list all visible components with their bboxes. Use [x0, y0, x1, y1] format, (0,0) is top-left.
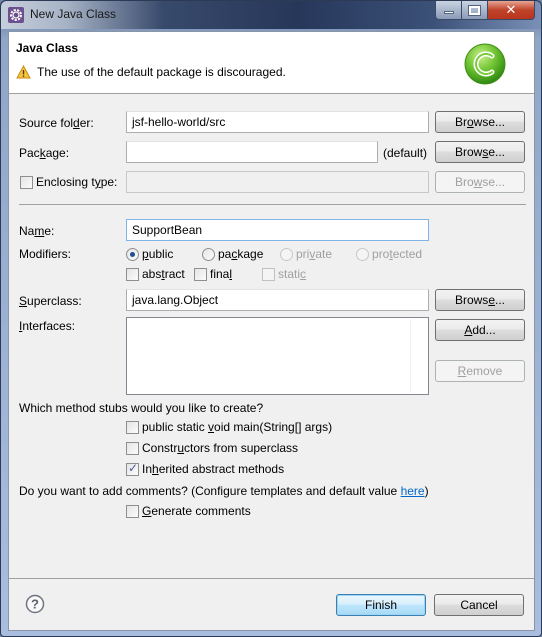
wizard-title: Java Class [16, 41, 79, 55]
add-interface-button[interactable]: Add... [435, 319, 525, 341]
stub-main-checkbox[interactable] [126, 421, 139, 434]
window-controls: ✕ [435, 1, 535, 21]
enclosing-type-label: Enclosing type: [36, 175, 118, 189]
remove-interface-button[interactable]: Remove [435, 360, 525, 382]
finish-button[interactable]: Finish [336, 594, 426, 616]
class-name-input[interactable]: SupportBean [126, 219, 429, 241]
source-folder-label: Source folder: [19, 116, 94, 130]
window-title: New Java Class [30, 7, 117, 21]
comments-question: Do you want to add comments? (Configure … [19, 484, 429, 498]
superclass-input[interactable]: java.lang.Object [126, 289, 429, 311]
enclosing-type-checkbox[interactable] [20, 176, 33, 189]
package-label: Package: [19, 146, 70, 160]
enclosing-type-input[interactable] [126, 171, 429, 193]
stub-constructors-checkbox[interactable] [126, 442, 139, 455]
svg-text:?: ? [31, 597, 39, 612]
warning-icon [16, 65, 31, 79]
dialog-client: Java Class The use of the default packag… [8, 31, 535, 631]
stub-inherited-label: Inherited abstract methods [142, 462, 285, 476]
new-java-class-dialog: New Java Class ✕ Java Class The use of t… [0, 0, 542, 637]
modifier-protected-label: protected [372, 247, 423, 261]
modifier-static-label: static [278, 267, 307, 281]
modifier-final-checkbox[interactable] [194, 268, 207, 281]
modifier-abstract-label: abstract [142, 267, 185, 281]
modifier-abstract-checkbox[interactable] [126, 268, 139, 281]
superclass-label: Superclass: [19, 294, 82, 308]
modifier-static-checkbox[interactable] [262, 268, 275, 281]
stub-main-label: public static void main(String[] args) [142, 420, 333, 434]
interfaces-list[interactable] [126, 317, 429, 395]
modifier-public-label: public [142, 247, 174, 261]
browse-superclass-button[interactable]: Brows e... [435, 289, 525, 311]
minimize-icon [443, 11, 454, 14]
browse-package-button[interactable]: Brow s e... [435, 141, 525, 163]
wizard-message: The use of the default package is discou… [37, 65, 286, 79]
eclipse-gear-icon [8, 7, 24, 23]
maximize-button[interactable] [462, 1, 488, 20]
separator [19, 204, 526, 205]
modifiers-label: Modifiers: [19, 247, 72, 261]
source-folder-input[interactable]: jsf-hello-world/src [126, 111, 429, 133]
checkmark-icon: ✓ [128, 461, 139, 475]
minimize-button[interactable] [435, 1, 462, 20]
browse-source-folder-button[interactable]: Br o wse... [435, 111, 525, 133]
footer-separator [9, 578, 534, 579]
name-label: Name: [19, 224, 55, 238]
modifier-public-radio[interactable] [126, 248, 139, 261]
stub-constructors-label: Constructors from superclass [142, 441, 299, 455]
close-icon: ✕ [505, 2, 517, 18]
modifier-protected-radio[interactable] [356, 248, 369, 261]
help-icon[interactable]: ? [25, 594, 45, 614]
java-class-c-icon [464, 43, 506, 85]
modifier-final-label: final [210, 267, 233, 281]
modifier-package-radio[interactable] [202, 248, 215, 261]
interfaces-label: Interfaces: [19, 319, 76, 333]
modifier-private-label: private [296, 247, 333, 261]
method-stubs-question: Which method stubs would you like to cre… [19, 401, 264, 415]
package-input[interactable] [126, 141, 378, 163]
modifier-private-radio[interactable] [280, 248, 293, 261]
generate-comments-checkbox[interactable] [126, 505, 139, 518]
cancel-button[interactable]: Cancel [434, 594, 524, 616]
title-bar[interactable]: New Java Class ✕ [1, 1, 541, 29]
stub-inherited-checkbox[interactable]: ✓ [126, 461, 139, 476]
configure-templates-link[interactable]: here [401, 484, 425, 498]
browse-enclosing-type-button[interactable]: Bro w se... [435, 171, 525, 193]
generate-comments-label: Generate comments [142, 504, 251, 518]
maximize-icon [468, 4, 481, 16]
close-button[interactable]: ✕ [488, 1, 535, 20]
wizard-header: Java Class The use of the default packag… [9, 32, 534, 94]
modifier-package-label: package [218, 247, 264, 261]
package-default-hint: (default) [383, 146, 428, 160]
